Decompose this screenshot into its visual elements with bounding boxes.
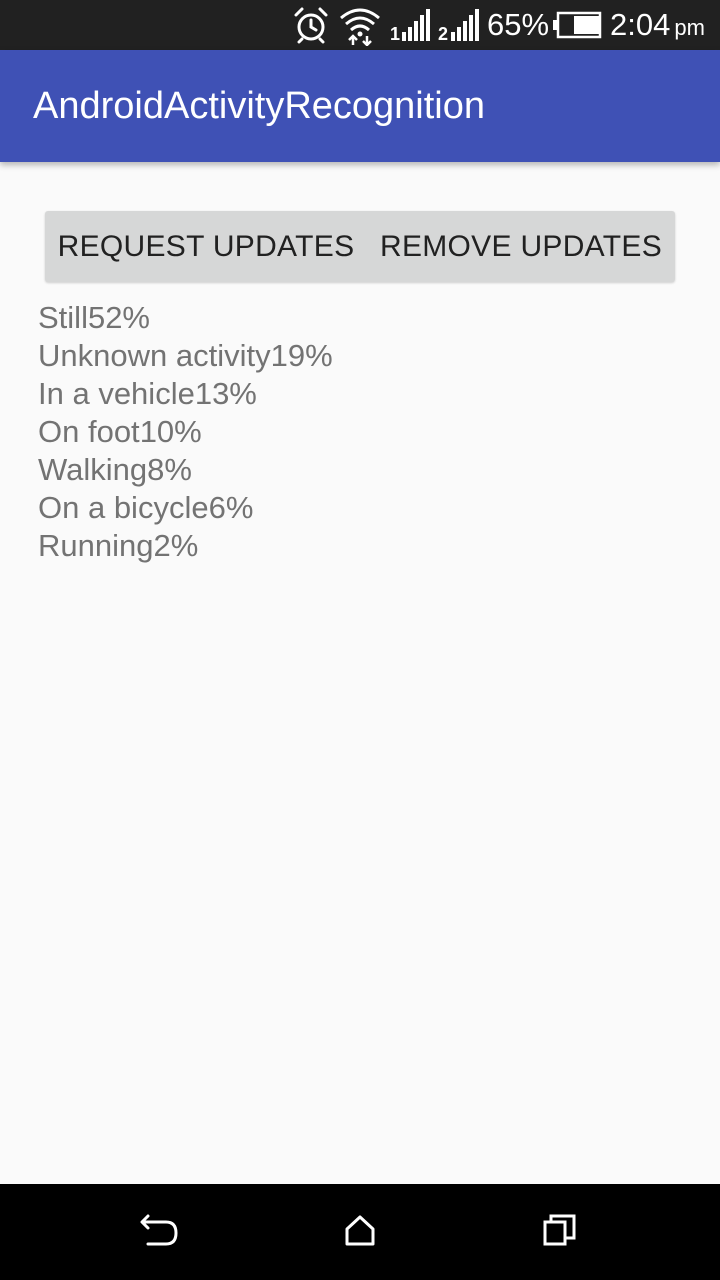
remove-updates-button[interactable]: REMOVE UPDATES [367, 211, 675, 282]
back-icon[interactable] [130, 1202, 190, 1262]
activity-name: On a bicycle [38, 490, 209, 525]
svg-text:2: 2 [438, 24, 448, 44]
signal-2-icon: 2 [438, 9, 479, 44]
recents-icon[interactable] [530, 1202, 590, 1262]
activity-confidence: 13% [194, 376, 257, 411]
activity-confidence: 6% [208, 490, 254, 525]
list-item: Unknown activity19% [38, 337, 333, 375]
activity-confidence: 2% [153, 528, 199, 563]
list-item: Running2% [38, 527, 333, 565]
list-item: On a bicycle6% [38, 489, 333, 527]
alarm-icon [294, 7, 328, 44]
clock: 2:04 pm [610, 6, 705, 47]
navigation-bar [0, 1184, 720, 1280]
home-icon[interactable] [330, 1202, 390, 1262]
clock-time: 2:04 [610, 7, 671, 42]
app-title: AndroidActivityRecognition [33, 85, 486, 127]
signal-1-icon: 1 [390, 9, 430, 44]
activity-confidence: 8% [147, 452, 192, 487]
activity-name: Still [38, 300, 88, 335]
status-bar: 1 2 65% 2:04 pm [0, 0, 720, 50]
button-bar: REQUEST UPDATES REMOVE UPDATES [45, 211, 675, 282]
battery-percent: 65% [487, 7, 550, 42]
activity-name: In a vehicle [38, 376, 195, 411]
activity-name: On foot [38, 414, 140, 449]
activity-name: Unknown activity [38, 338, 271, 373]
list-item: Still52% [38, 299, 333, 337]
activity-list: Still52% Unknown activity19% In a vehicl… [38, 299, 333, 565]
list-item: In a vehicle13% [38, 375, 333, 413]
clock-suffix: pm [674, 15, 705, 40]
list-item: Walking8% [38, 451, 333, 489]
battery-icon [553, 11, 602, 39]
wifi-icon [340, 8, 380, 46]
activity-confidence: 10% [139, 414, 202, 449]
activity-confidence: 52% [87, 300, 150, 335]
list-item: On foot10% [38, 413, 333, 451]
request-updates-button[interactable]: REQUEST UPDATES [45, 211, 367, 282]
svg-text:1: 1 [390, 24, 400, 44]
app-bar: AndroidActivityRecognition [0, 50, 720, 162]
activity-name: Walking [38, 452, 148, 487]
activity-name: Running [38, 528, 154, 563]
activity-confidence: 19% [270, 338, 333, 373]
